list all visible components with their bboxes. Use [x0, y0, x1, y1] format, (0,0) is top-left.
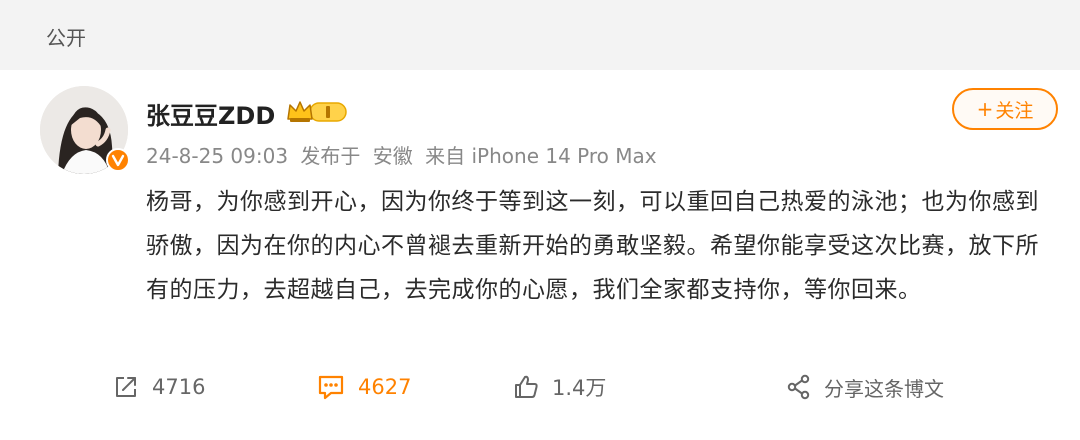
follow-label: 关注 [995, 99, 1034, 122]
share-button[interactable]: 分享这条博文 [786, 362, 944, 412]
repost-icon [116, 377, 136, 397]
post-meta: 24-8-25 09:03 发布于 安徽 来自 iPhone 14 Pro Ma… [146, 140, 663, 169]
visibility-label: 公开 [46, 26, 86, 50]
repost-count: 4716 [152, 375, 206, 399]
avatar[interactable] [40, 86, 130, 174]
repost-button[interactable]: 4716 [112, 362, 205, 412]
share-icon [787, 374, 810, 400]
comment-button[interactable]: 4627 [316, 362, 411, 412]
like-button[interactable]: 1.4万 [512, 362, 606, 412]
post-location: 安徽 [372, 144, 413, 168]
posted-label: 发布于 [300, 144, 361, 168]
action-bar: 4716 4627 1.4万 分享这条博文 [0, 362, 1080, 412]
weibo-post: 公开 张豆豆ZDD 24-8-25 09:03 发布于 安徽 来自 iPhone… [0, 0, 1080, 440]
verified-v-icon [106, 148, 130, 172]
share-label: 分享这条博文 [824, 376, 944, 401]
post-text: 杨哥，为你感到开心，因为你终于等到这一刻，可以重回自己热爱的泳池；也为你感到骄傲… [146, 189, 1039, 303]
plus-icon: + [976, 97, 994, 121]
top-bar: 公开 [0, 0, 1080, 70]
like-count: 1.4万 [552, 376, 607, 400]
post-source: 来自 iPhone 14 Pro Max [425, 144, 657, 168]
crown-badge-icon[interactable] [286, 97, 348, 125]
thumbs-up-icon [515, 375, 538, 398]
user-name[interactable]: 张豆豆ZDD [146, 96, 275, 131]
follow-button[interactable]: + 关注 [952, 88, 1058, 130]
post-date[interactable]: 24-8-25 09:03 [146, 144, 288, 168]
comment-count: 4627 [358, 375, 412, 399]
comment-icon [318, 375, 344, 400]
